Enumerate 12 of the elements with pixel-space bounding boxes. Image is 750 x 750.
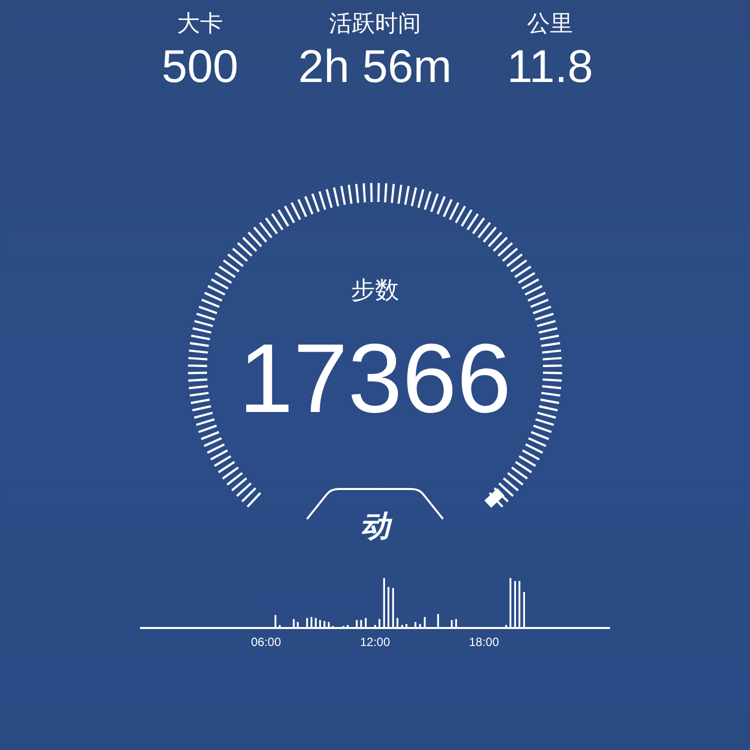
step-count: 17366	[238, 328, 512, 428]
stat-value: 500	[162, 40, 238, 92]
stat-label: 公里	[527, 9, 573, 38]
logo-text: 动	[360, 510, 390, 544]
time-label: 06:00	[250, 634, 282, 651]
time-label: 12:00	[360, 634, 390, 651]
stat-label: 大卡	[177, 9, 223, 38]
time-label: 18:00	[468, 634, 500, 651]
stat-label: 活跃时间	[329, 9, 421, 38]
stat-value: 11.8	[506, 40, 594, 92]
gauge-label: 步数	[351, 276, 399, 306]
stat-value: 2h 56m	[298, 40, 452, 92]
